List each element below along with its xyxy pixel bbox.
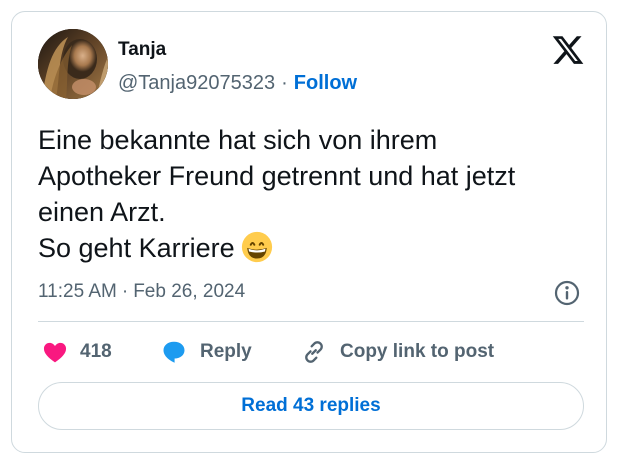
avatar[interactable] xyxy=(38,29,108,99)
reply-bubble-icon xyxy=(163,341,185,363)
like-count: 418 xyxy=(80,341,112,362)
reply-button[interactable]: Reply xyxy=(160,336,252,368)
separator-dot: · xyxy=(121,281,129,302)
tweet-line: Apotheker Freund getrennt und hat jetzt xyxy=(38,161,516,191)
copy-link-button[interactable]: Copy link to post xyxy=(300,336,494,368)
tweet-line: einen Arzt. xyxy=(38,197,166,227)
tweet-time: 11:25 AM xyxy=(38,281,117,302)
tweet-line-last: So geht Karriere xyxy=(38,230,583,266)
tweet-card: Tanja @Tanja92075323 · Follow Eine bekannt… xyxy=(11,11,607,453)
action-bar: 418 Reply Copy link to post xyxy=(38,336,584,368)
read-replies-label: Read 43 replies xyxy=(241,395,381,416)
tweet-timestamp[interactable]: 11:25 AM · Feb 26, 2024 xyxy=(38,280,245,304)
author-handle-row: @Tanja92075323 · Follow xyxy=(118,71,357,95)
tweet-text: Eine bekannte hat sich von ihrem Apothek… xyxy=(38,122,583,266)
profile-photo xyxy=(38,29,108,99)
tweet-line: Eine bekannte hat sich von ihrem xyxy=(38,125,438,155)
divider xyxy=(38,321,584,322)
author-handle[interactable]: @Tanja92075323 xyxy=(118,72,275,94)
author-name[interactable]: Tanja xyxy=(118,39,166,61)
link-icon xyxy=(305,341,323,363)
copy-link-label: Copy link to post xyxy=(340,341,495,362)
read-replies-button[interactable]: Read 43 replies xyxy=(38,382,584,430)
x-logo-icon[interactable] xyxy=(551,33,585,67)
separator-dot: · xyxy=(281,72,288,94)
info-icon[interactable] xyxy=(553,279,581,307)
heart-icon xyxy=(43,342,67,363)
follow-button[interactable]: Follow xyxy=(294,72,357,94)
like-button[interactable]: 418 xyxy=(42,336,112,368)
reply-label: Reply xyxy=(200,341,252,362)
tweet-date: Feb 26, 2024 xyxy=(133,281,246,302)
tweet-line: So geht Karriere xyxy=(38,233,235,263)
grinning-face-emoji xyxy=(241,231,273,263)
